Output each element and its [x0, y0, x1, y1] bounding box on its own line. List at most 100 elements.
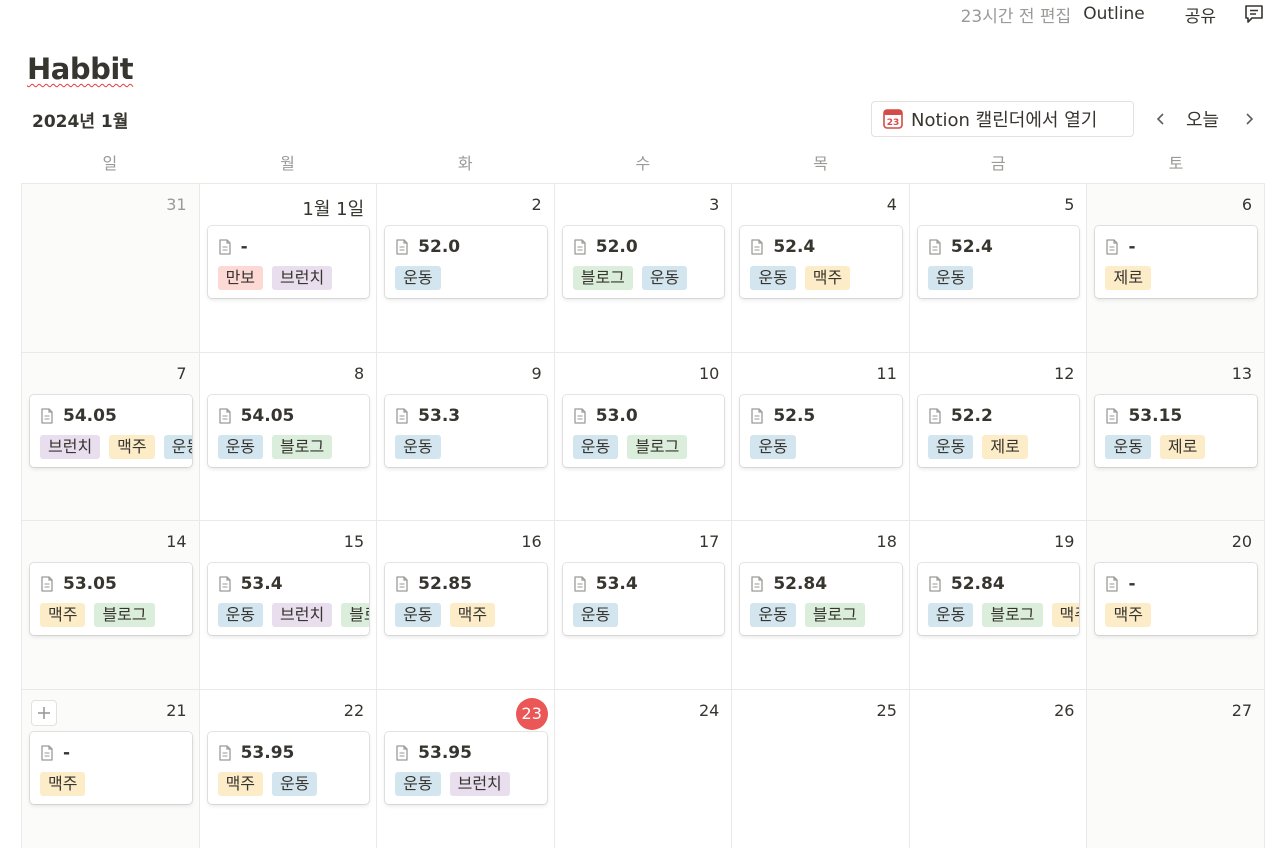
page-document-icon [1105, 576, 1119, 592]
entry-title: - [218, 236, 360, 258]
habit-entry-card[interactable]: 52.0 블로그 운동 [562, 226, 725, 298]
next-month-chevron-icon[interactable] [1238, 108, 1260, 130]
entry-tags: 운동 제로 [1105, 434, 1247, 459]
entry-tags: 운동 [572, 603, 715, 627]
calendar-day-cell[interactable]: 14 53.05 맥주 블로그 [22, 521, 200, 690]
day-number: 21 [166, 700, 187, 720]
calendar-day-cell[interactable]: 13 53.15 운동 제로 [1087, 352, 1266, 521]
tag-badge: 운동 [750, 434, 796, 459]
outline-button[interactable]: Outline [1083, 4, 1145, 24]
tag-badge: 제로 [1105, 266, 1151, 290]
habit-entry-card[interactable]: 52.85 운동 맥주 [385, 563, 547, 635]
habit-entry-card[interactable]: 53.05 맥주 블로그 [30, 563, 192, 635]
calendar-day-cell[interactable]: 31 [22, 184, 200, 353]
entry-title-text: 52.0 [418, 237, 461, 257]
calendar-week-row: 7 54.05 브런치 맥주 운동 8 54.05 운동 블로그 9 53.3 운동 10 53.0 운동 블… [22, 352, 1266, 521]
calendar-day-cell[interactable]: 11 52.5 운동 [732, 352, 910, 521]
calendar-day-cell[interactable]: 16 52.85 운동 맥주 [377, 521, 555, 690]
entry-title-text: 52.4 [950, 237, 993, 257]
day-number: 27 [1231, 700, 1253, 720]
calendar-day-cell[interactable]: 18 52.84 운동 블로그 [732, 521, 910, 690]
habit-entry-card[interactable]: 53.95 맥주 운동 [207, 731, 370, 804]
entry-tags: 운동 [395, 434, 537, 459]
habit-entry-card[interactable]: 53.15 운동 제로 [1095, 394, 1258, 467]
entry-tags: 브런치 맥주 운동 [40, 434, 192, 459]
habit-entry-card[interactable]: 52.0 운동 [385, 226, 547, 298]
habit-entry-card[interactable]: 52.84 운동 블로그 [740, 563, 902, 635]
day-number: 19 [1054, 532, 1075, 551]
entry-title-text: 52.85 [418, 574, 472, 594]
entry-title: 53.95 [218, 742, 360, 764]
add-entry-plus-icon[interactable] [31, 699, 57, 726]
calendar-day-cell[interactable]: 1월 1일 - 만보 브런치 [199, 184, 378, 353]
weekday-label: 월 [280, 154, 295, 173]
calendar-day-cell[interactable]: 20 - 맥주 [1087, 521, 1266, 690]
habit-entry-card[interactable]: 53.0 운동 블로그 [562, 394, 725, 467]
calendar-day-cell[interactable]: 26 [909, 689, 1088, 848]
tag-badge: 운동 [927, 434, 974, 459]
day-number: 2 [531, 195, 542, 214]
comment-icon[interactable] [1242, 2, 1266, 26]
entry-title: 52.4 [928, 236, 1070, 258]
habit-entry-card[interactable]: 52.5 운동 [740, 394, 902, 467]
tag-badge: 블로그 [341, 603, 370, 627]
calendar-day-cell[interactable]: 10 53.0 운동 블로그 [554, 352, 733, 521]
entry-tags: 맥주 블로그 [40, 603, 182, 627]
entry-tags: 운동 브런치 [395, 771, 537, 796]
calendar-day-cell[interactable]: 24 [554, 689, 733, 848]
tag-badge: 운동 [927, 603, 974, 627]
entry-title-text: 53.4 [595, 574, 638, 594]
habit-entry-card[interactable]: - 맥주 [30, 731, 192, 804]
habit-entry-card[interactable]: 53.3 운동 [385, 394, 547, 467]
calendar-day-cell[interactable]: 4 52.4 운동 맥주 [732, 184, 910, 353]
calendar-day-cell[interactable]: 3 52.0 블로그 운동 [554, 184, 733, 353]
calendar-day-cell[interactable]: 2 52.0 운동 [377, 184, 555, 353]
entry-title: 53.0 [573, 405, 715, 427]
calendar-day-cell[interactable]: 7 54.05 브런치 맥주 운동 [22, 352, 200, 521]
calendar-day-cell[interactable]: 22 53.95 맥주 운동 [199, 689, 378, 848]
entry-title: 52.0 [395, 236, 537, 258]
habit-entry-card[interactable]: 52.2 운동 제로 [917, 394, 1080, 467]
entry-title-text: - [240, 237, 248, 257]
open-in-notion-calendar-button[interactable]: 23 Notion 캘린더에서 열기 [871, 101, 1134, 137]
calendar-day-cell[interactable]: 27 [1087, 689, 1266, 848]
calendar-day-cell[interactable]: 9 53.3 운동 [377, 352, 555, 521]
habit-entry-card[interactable]: - 맥주 [1095, 563, 1258, 635]
calendar-day-cell[interactable]: 17 53.4 운동 [554, 521, 733, 690]
calendar-day-cell[interactable]: 5 52.4 운동 [909, 184, 1088, 353]
tag-badge: 브런치 [449, 771, 510, 796]
entry-title-text: 54.05 [240, 405, 295, 426]
calendar-day-cell[interactable]: 8 54.05 운동 블로그 [199, 352, 378, 521]
habit-entry-card[interactable]: 54.05 운동 블로그 [207, 394, 370, 467]
weekday-label: 수 [635, 154, 651, 173]
calendar-day-cell[interactable]: 6 - 제로 [1087, 184, 1266, 353]
habit-entry-card[interactable]: 52.84 운동 블로그 맥주 [917, 563, 1080, 635]
habit-entry-card[interactable]: 53.4 운동 [562, 563, 725, 635]
habit-entry-card[interactable]: 53.95 운동 브런치 [385, 731, 547, 804]
previous-month-chevron-icon[interactable] [1150, 108, 1172, 130]
tag-badge: 맥주 [40, 771, 86, 796]
entry-title: - [1105, 573, 1247, 595]
calendar-day-cell[interactable]: 21 - 맥주 [22, 689, 200, 848]
habit-entry-card[interactable]: 53.4 운동 브런치 블로그 [207, 563, 370, 635]
tag-badge: 블로그 [572, 266, 633, 290]
habit-entry-card[interactable]: 54.05 브런치 맥주 운동 [30, 394, 192, 467]
calendar-day-cell[interactable]: 19 52.84 운동 블로그 맥주 [909, 521, 1088, 690]
entry-title-text: - [1128, 574, 1136, 594]
calendar-day-cell[interactable]: 25 [732, 689, 910, 848]
habit-entry-card[interactable]: - 제로 [1095, 226, 1258, 298]
today-button[interactable]: 오늘 [1186, 106, 1219, 132]
share-button[interactable]: 공유 [1185, 2, 1216, 27]
habit-entry-card[interactable]: 52.4 운동 맥주 [740, 226, 902, 298]
calendar-day-cell[interactable]: 23 53.95 운동 브런치 [377, 689, 555, 848]
page-title[interactable]: Habbit [27, 52, 134, 86]
tag-badge: 맥주 [449, 603, 496, 627]
entry-title: 53.4 [218, 573, 360, 595]
habit-entry-card[interactable]: - 만보 브런치 [207, 226, 370, 298]
page-document-icon [1105, 407, 1119, 424]
calendar-day-cell[interactable]: 12 52.2 운동 제로 [909, 352, 1088, 521]
tag-badge: 브런치 [272, 603, 333, 627]
calendar-day-cell[interactable]: 15 53.4 운동 브런치 블로그 [199, 521, 378, 690]
tag-badge: 맥주 [1051, 603, 1080, 627]
habit-entry-card[interactable]: 52.4 운동 [917, 226, 1080, 298]
